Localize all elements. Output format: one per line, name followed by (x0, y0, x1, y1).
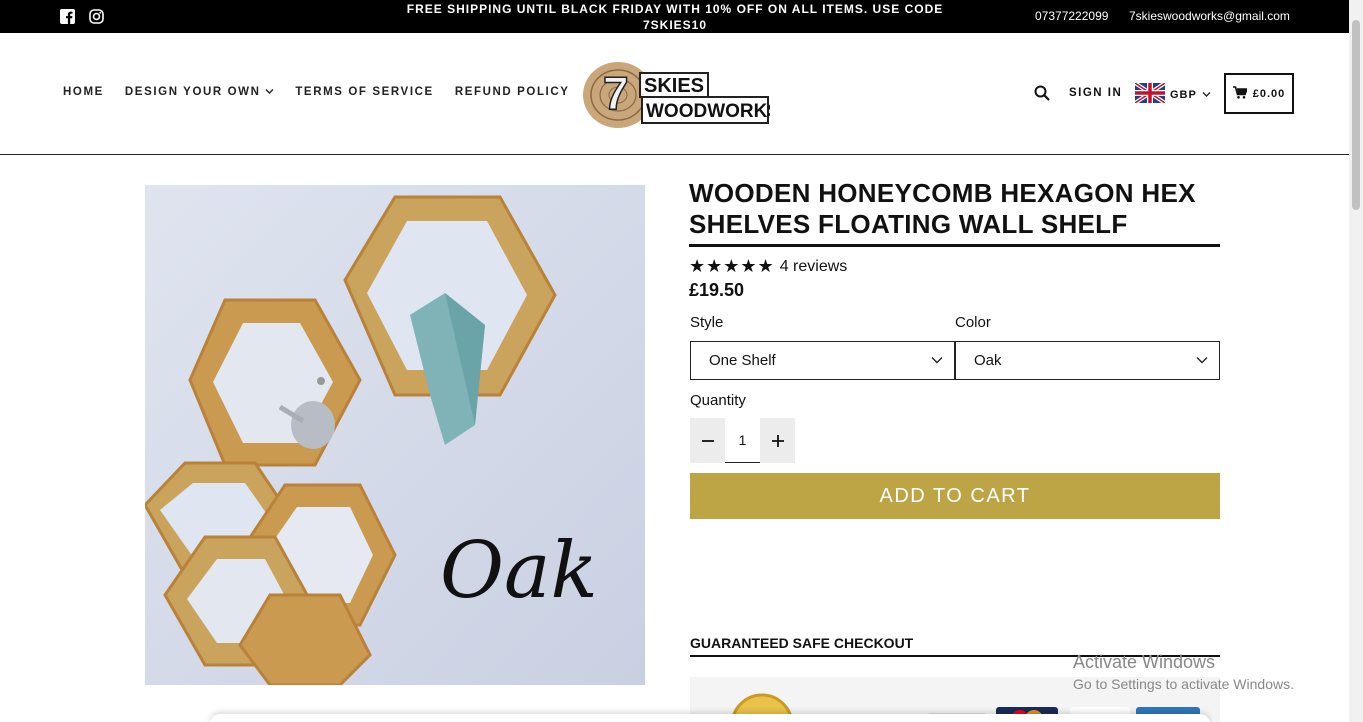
style-select-value: One Shelf (709, 352, 776, 369)
watermark-line1: Activate Windows (1073, 652, 1216, 672)
page-scrollbar[interactable] (1349, 0, 1363, 722)
product-image[interactable]: Oak (143, 185, 645, 687)
product-rating[interactable]: ★★★★★ 4 reviews (689, 256, 847, 277)
quantity-label: Quantity (690, 392, 746, 409)
quantity-stepper: 1 (690, 418, 795, 463)
facebook-icon[interactable] (60, 9, 75, 24)
sign-in-link[interactable]: SIGN IN (1069, 87, 1122, 99)
windows-activation-watermark: Activate Windows Go to Settings to activ… (1073, 652, 1294, 692)
chevron-down-icon (1195, 353, 1209, 371)
review-count: 4 reviews (779, 257, 848, 275)
site-header: HOME DESIGN YOUR OWN TERMS OF SERVICE RE… (0, 33, 1349, 155)
email-address[interactable]: 7skieswoodworks@gmail.com (1129, 9, 1290, 23)
currency-code: GBP (1170, 88, 1197, 101)
announcement-bar: FREE SHIPPING UNTIL BLACK FRIDAY WITH 10… (0, 0, 1349, 33)
quantity-increase-button[interactable] (760, 418, 795, 463)
logo-line2: WOODWORKS (646, 101, 770, 122)
quantity-decrease-button[interactable] (690, 418, 725, 463)
quantity-input[interactable]: 1 (725, 418, 760, 463)
color-select-value: Oak (974, 352, 1002, 369)
chevron-down-icon (265, 86, 274, 98)
product-title: WOODEN HONEYCOMB HEXAGON HEX SHELVES FLO… (689, 178, 1220, 247)
announcement-message: FREE SHIPPING UNTIL BLACK FRIDAY WITH 10… (406, 2, 944, 32)
rating-stars: ★★★★★ (689, 256, 775, 276)
logo-mark: 7 (603, 67, 629, 119)
site-logo[interactable]: 7 SKIES WOODWORKS (582, 59, 780, 129)
cart-button[interactable]: £0.00 (1224, 73, 1294, 114)
uk-flag-icon (1133, 81, 1167, 106)
add-to-cart-button[interactable]: ADD TO CART (690, 473, 1220, 519)
instagram-icon[interactable] (89, 9, 104, 24)
nav-terms-of-service[interactable]: TERMS OF SERVICE (295, 86, 434, 98)
style-label: Style (690, 314, 724, 331)
cart-icon (1232, 85, 1248, 102)
search-icon[interactable] (1034, 85, 1050, 106)
color-select[interactable]: Oak (955, 341, 1220, 380)
scrollbar-thumb[interactable] (1352, 20, 1360, 210)
chevron-down-icon (930, 353, 944, 371)
image-caption: Oak (440, 526, 598, 616)
watermark-line2: Go to Settings to activate Windows. (1073, 676, 1294, 692)
chevron-down-icon (1202, 89, 1211, 101)
nav-design-your-own[interactable]: DESIGN YOUR OWN (125, 86, 274, 98)
currency-selector[interactable]: GBP (1133, 81, 1211, 106)
plus-icon (771, 428, 785, 454)
nav-refund-policy[interactable]: REFUND POLICY (455, 86, 570, 98)
product-price: £19.50 (689, 280, 745, 300)
bottom-popup-edge (210, 714, 1210, 722)
logo-line1: SKIES (644, 75, 704, 97)
style-select[interactable]: One Shelf (690, 341, 955, 380)
main-nav: HOME DESIGN YOUR OWN TERMS OF SERVICE RE… (63, 86, 570, 98)
nav-design-your-own-label: DESIGN YOUR OWN (124, 86, 261, 98)
cart-total: £0.00 (1252, 87, 1286, 100)
color-label: Color (955, 314, 991, 331)
minus-icon (701, 428, 715, 454)
social-links (60, 9, 104, 24)
phone-number[interactable]: 07377222099 (1035, 9, 1108, 23)
nav-home[interactable]: HOME (63, 86, 104, 98)
